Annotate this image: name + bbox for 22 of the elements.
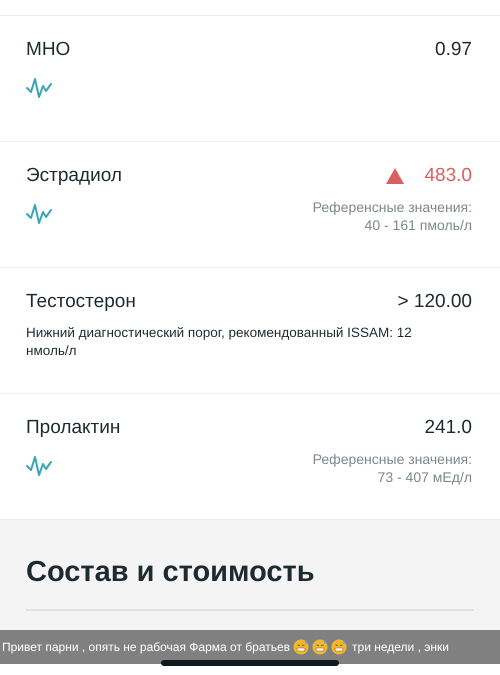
caption-text: три недели , энки — [352, 640, 449, 654]
reference-range: Референсные значения: — [312, 198, 472, 216]
pulse-chart-icon[interactable] — [26, 76, 54, 100]
test-value: 241.0 — [424, 417, 472, 439]
reference-range: 40 - 161 пмоль/л — [364, 216, 472, 234]
section-heading: Состав и стоимость — [26, 556, 316, 589]
test-value: 0.97 — [435, 39, 472, 61]
test-name: Эстрадиол — [26, 165, 122, 187]
reference-range: Референсные значения: — [312, 450, 472, 468]
caption-text: Привет парни , опять не рабочая Фарма от братьев — [2, 640, 290, 654]
pulse-chart-icon[interactable] — [26, 454, 54, 478]
reference-range: 73 - 407 мЕд/л — [378, 468, 472, 486]
pulse-chart-icon[interactable] — [26, 202, 54, 226]
test-name: МНО — [26, 39, 70, 61]
test-value: 483.0 — [424, 165, 472, 187]
threshold-note: Нижний диагностический порог, рекомендованный ISSAM: 12 нмоль/л — [26, 324, 413, 360]
test-name: Тестостерон — [26, 291, 136, 313]
sweating-face-icon — [293, 639, 310, 655]
sweating-face-icon — [312, 639, 328, 655]
test-value: > 120.00 — [398, 291, 472, 313]
test-name: Пролактин — [26, 417, 120, 439]
sweating-face-icon — [331, 639, 348, 655]
